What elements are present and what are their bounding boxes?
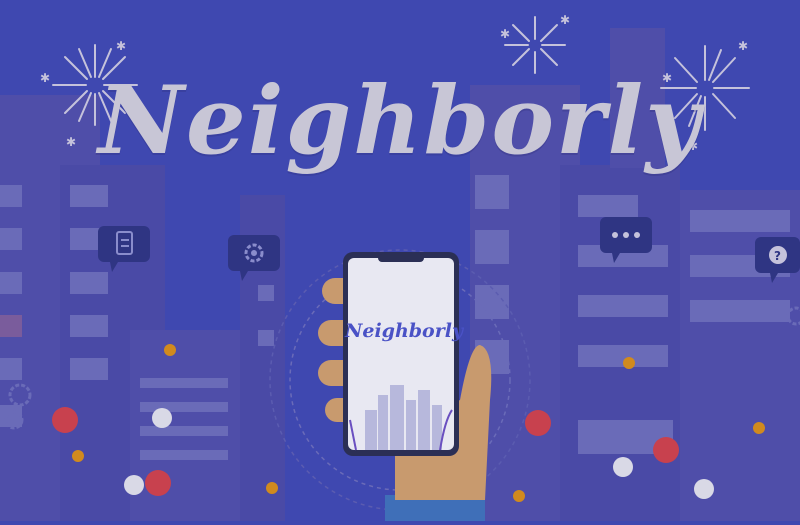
phone-icon	[343, 252, 459, 456]
svg-text:?: ?	[774, 249, 781, 263]
svg-text:✱: ✱	[500, 27, 510, 41]
svg-text:✱: ✱	[560, 13, 570, 27]
brand-title: Neighborly	[98, 66, 702, 176]
hero-illustration: ✱ ✱ ✱ ✱ ✱ ✱ ✱ ✱ ✱ ? Neighborly Neighborl…	[0, 0, 800, 521]
phone-screen-logo: Neighborly	[345, 320, 463, 342]
svg-text:✱: ✱	[116, 39, 126, 53]
svg-text:✱: ✱	[738, 39, 748, 53]
